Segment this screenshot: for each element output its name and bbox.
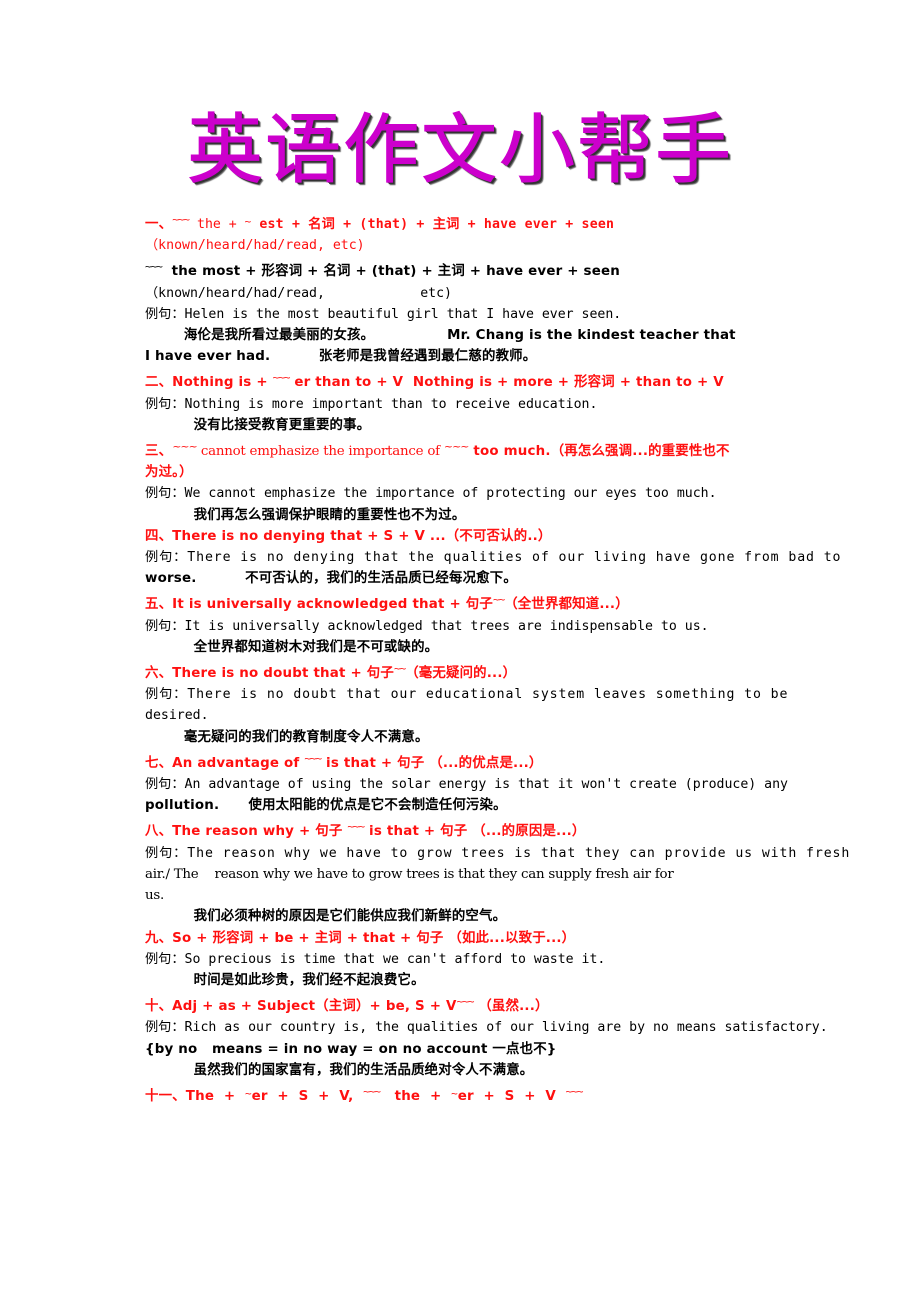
translation-line-6: 全世界都知道树木对我们是不可或缺的。: [145, 639, 439, 655]
tilde-triple-icon: ~~~: [272, 371, 291, 385]
tilde-triple-icon: ~~~: [363, 1084, 381, 1098]
example-line-5: 例句：It is universally acknowledged that t…: [145, 618, 709, 634]
tilde-triple-icon: ~~~: [443, 440, 470, 454]
example-line-9: 例句：So precious is time that we can't aff…: [145, 951, 606, 967]
rule-text-11d: er + S + V: [457, 1088, 566, 1104]
rule-number-1: 一、: [145, 217, 173, 232]
tilde-triple-icon: ~~~: [347, 820, 365, 834]
translation-line-9: 我们必须种树的原因是它们能供应我们新鲜的空气。: [145, 909, 507, 925]
translation-line-2: I have ever had. 张老师是我曾经遇到最仁慈的教师。: [145, 349, 537, 365]
page-title: 英语作文小帮手: [187, 105, 733, 195]
example-line-8b: air./ The reason why we have to grow tre…: [145, 866, 674, 882]
rule-text-10b: （虽然...）: [473, 999, 549, 1015]
translation-line-7: 毫无疑问的我们的教育制度令人不满意。: [145, 729, 429, 745]
translation-line-8: pollution. 使用太阳能的优点是它不会制造任何污染。: [145, 798, 507, 814]
rule-number-2: 二、Nothing is +: [145, 375, 273, 391]
rule-line-9: 五、It is universally acknowledged that + …: [145, 589, 851, 615]
rule-line-13: 九、So + 形容词 + be + 主词 + that + 句子 （如此...以…: [145, 930, 576, 946]
rule-line-11: 七、An advantage of ~~~ is that + 句子 （...的…: [145, 748, 851, 774]
rule-line-8: 四、There is no denying that + S + V ...（不…: [145, 528, 552, 544]
translation-line-3: 没有比接受教育更重要的事。: [145, 417, 371, 433]
rule-text-2: er than to + V Nothing is + more + 形容词 +…: [289, 375, 724, 391]
rule-line-10: 六、There is no doubt that + 句子~~（毫无疑问的...…: [145, 658, 851, 684]
rule-text-1a: the +: [189, 217, 245, 232]
rule-text-6b: （毫无疑问的...）: [405, 666, 517, 682]
rule-line-2: （known/heard/had/read, etc): [145, 238, 365, 254]
translation-line-4: 我们再怎么强调保护眼睛的重要性也不为过。: [145, 507, 466, 523]
rule-text-7a: 七、An advantage of: [145, 755, 305, 771]
rule-line-7: 为过。）: [145, 465, 193, 481]
translation-line-10: 时间是如此珍贵，我们经不起浪费它。: [145, 972, 425, 988]
example-line-7: 例句：An advantage of using the solar energ…: [145, 777, 788, 793]
rule-line-5: 二、Nothing is + ~~~ er than to + V Nothin…: [145, 367, 851, 393]
example-line-3: 例句：We cannot emphasize the importance of…: [145, 486, 717, 502]
rule-text-7b: is that + 句子 （...的优点是...）: [321, 755, 543, 771]
rule-text-8a: 八、The reason why + 句子: [145, 824, 348, 840]
example-line-8: 例句：The reason why we have to grow trees …: [145, 845, 851, 861]
rule-text-11a: 十一、The +: [145, 1088, 245, 1104]
tilde-single-icon: ~: [451, 1086, 458, 1100]
rule-line-14: 十、Adj + as + Subject（主词）+ be, S + V~~~ （…: [145, 991, 851, 1017]
tilde-triple-icon: ~~~: [172, 440, 198, 454]
rule-line-12: 八、The reason why + 句子 ~~~ is that + 句子 （…: [145, 816, 851, 842]
tilde-triple-icon: ~~~: [456, 995, 475, 1009]
tilde-triple-icon: ~~~: [565, 1084, 584, 1098]
tilde-double-icon: ~~: [393, 662, 406, 676]
rule-line-4: （known/heard/had/read, etc): [145, 285, 452, 301]
rule-line-3: ~~~ the most + 形容词 + 名词 + (that) + 主词 + …: [145, 256, 851, 282]
example-line-1: 例句：Helen is the most beautiful girl that…: [145, 306, 622, 322]
translation-line-5: worse. 不可否认的，我们的生活品质已经每况愈下。: [145, 571, 517, 587]
rule-text-10a: 十、Adj + as + Subject（主词）+ be, S + V: [145, 999, 457, 1015]
rule-text-5b: （全世界都知道...）: [504, 597, 629, 613]
tilde-double-icon: ~~: [492, 593, 505, 607]
rule-text-11b: er + S + V,: [251, 1088, 364, 1104]
rule-line-6: 三、~~~ cannot emphasize the importance of…: [145, 436, 851, 462]
translation-line-1: 海伦是我所看过最美丽的女孩。 Mr. Chang is the kindest …: [145, 328, 736, 344]
example-line-8c: us.: [145, 888, 165, 904]
example-line-6b: desired.: [145, 708, 209, 724]
example-line-10: 例句：Rich as our country is, the qualities…: [145, 1020, 828, 1036]
rule-text-3a: cannot emphasize the importance of: [196, 444, 444, 460]
rule-number-3: 三、: [145, 444, 173, 460]
rule-text-1b: est + 名词 + (that) + 主词 + have ever + see…: [251, 217, 615, 232]
note-line-1: {by no means = in no way = on no account…: [145, 1041, 557, 1057]
example-line-4: 例句：There is no denying that the qualitie…: [145, 550, 842, 566]
rule-text-5a: 五、It is universally acknowledged that + …: [145, 597, 493, 613]
tilde-triple-icon: ~~~: [304, 751, 322, 765]
tilde-single-icon: ~: [245, 1086, 252, 1100]
document-body: 一、~~~ the + ~ est + 名词 + (that) + 主词 + h…: [145, 209, 851, 1107]
example-line-2: 例句：Nothing is more important than to rec…: [145, 396, 598, 412]
rule-text-3: the most + 形容词 + 名词 + (that) + 主词 + have…: [161, 264, 621, 280]
tilde-triple-icon: ~~~: [172, 213, 190, 226]
rule-text-11c: the +: [380, 1088, 452, 1104]
example-line-6: 例句：There is no doubt that our educationa…: [145, 687, 789, 703]
rule-text-3b: too much.（再怎么强调...的重要性也不: [468, 444, 730, 460]
rule-text-6a: 六、There is no doubt that + 句子: [145, 666, 394, 682]
translation-line-11: 虽然我们的国家富有，我们的生活品质绝对令人不满意。: [145, 1062, 534, 1078]
tilde-triple-icon: ~~~: [145, 260, 163, 274]
rule-line-1: 一、~~~ the + ~ est + 名词 + (that) + 主词 + h…: [145, 209, 851, 235]
rule-line-15: 十一、The + ~er + S + V, ~~~ the + ~er + S …: [145, 1081, 851, 1107]
rule-text-8b: is that + 句子 （...的原因是...）: [364, 824, 586, 840]
